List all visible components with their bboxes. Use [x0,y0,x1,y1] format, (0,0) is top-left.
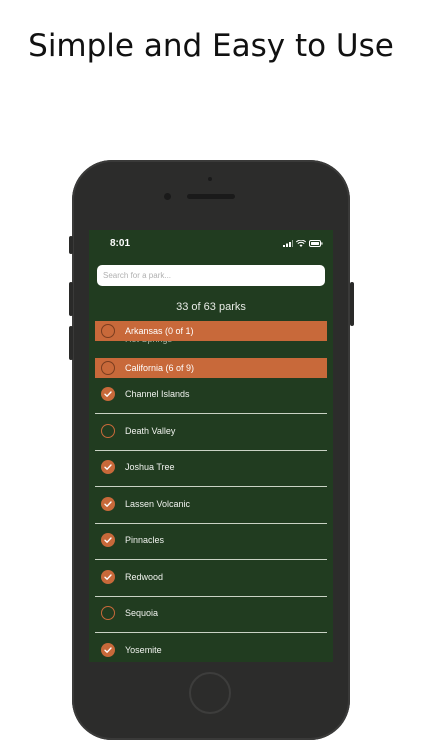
park-name: Redwood [125,572,164,582]
checkmark-icon[interactable] [101,643,115,657]
park-row-channel-islands[interactable]: Channel Islands [95,378,327,414]
section-header-arkansas[interactable]: Arkansas (0 of 1) [95,321,327,341]
status-bar: 8:01 [89,230,333,256]
park-row-lassen-volcanic[interactable]: Lassen Volcanic [95,488,327,524]
section-header-label: California (6 of 9) [125,363,195,373]
proximity-sensor [208,177,212,181]
front-camera [164,193,171,200]
section-header-label: Arkansas (0 of 1) [125,326,194,336]
checkbox-empty-icon[interactable] [101,424,115,438]
park-name: Lassen Volcanic [125,499,191,509]
park-row-redwood[interactable]: Redwood [95,561,327,597]
volume-up-button [69,282,73,316]
earpiece-speaker [187,194,235,199]
checkmark-icon[interactable] [101,497,115,511]
mute-switch [69,236,73,254]
checkmark-icon[interactable] [101,533,115,547]
park-row-yosemite[interactable]: Yosemite [95,634,327,662]
checkbox-empty-icon[interactable] [101,361,115,375]
park-name: Joshua Tree [125,462,175,472]
park-name: Yosemite [125,645,162,655]
power-button [350,282,354,326]
section-header-california[interactable]: California (6 of 9) [95,358,327,378]
checkbox-empty-icon[interactable] [101,324,115,338]
park-name: Sequoia [125,608,159,618]
home-button[interactable] [189,672,231,714]
checkmark-icon[interactable] [101,570,115,584]
checkmark-icon[interactable] [101,460,115,474]
wifi-icon [296,240,306,247]
park-name: Death Valley [125,426,176,436]
search-input[interactable] [97,265,325,286]
volume-down-button [69,326,73,360]
park-row-sequoia[interactable]: Sequoia [95,597,327,633]
status-time: 8:01 [110,238,131,249]
park-name: Pinnacles [125,535,165,545]
app-screen: 8:01 33 of 63 parks Hot Springs [89,230,333,662]
status-icons [283,239,323,247]
headline: Simple and Easy to Use [28,28,394,64]
park-count: 33 of 63 parks [176,301,246,313]
checkmark-icon[interactable] [101,387,115,401]
signal-icon [283,240,293,247]
checkbox-empty-icon[interactable] [101,606,115,620]
battery-icon [309,240,323,247]
park-row-pinnacles[interactable]: Pinnacles [95,524,327,560]
park-name: Channel Islands [125,389,190,399]
park-row-joshua-tree[interactable]: Joshua Tree [95,451,327,487]
park-row-death-valley[interactable]: Death Valley [95,415,327,451]
